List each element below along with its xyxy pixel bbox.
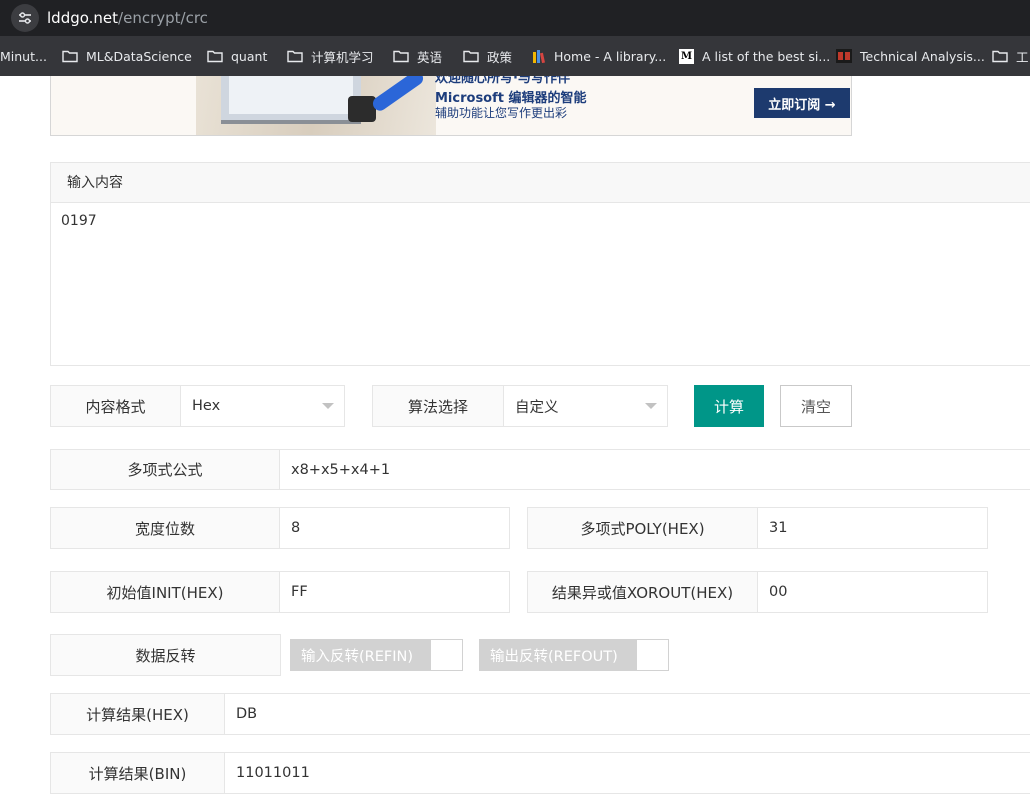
xorout-label: 结果异或值XOROUT(HEX) [527,571,758,613]
result-bin-value: 11011011 [236,765,310,781]
bookmark-policy[interactable]: 政策 [463,47,512,65]
poly-hex-input[interactable]: 31 [758,507,988,549]
width-label: 宽度位数 [50,507,280,549]
refout-toggle[interactable]: 输出反转(REFOUT) [479,639,669,671]
bookmark-label: 英语 [417,49,443,65]
bookmark-label: 计算机学习 [311,49,374,65]
calculate-button[interactable]: 计算 [694,385,764,427]
polynomial-value: x8+x5+x4+1 [291,461,391,478]
bookmark-label: Technical Analysis... [860,48,985,64]
xorout-input[interactable]: 00 [758,571,988,613]
banner-headline: 欢迎随心所写·与写作伴 [435,76,570,86]
folder-icon [207,49,223,63]
mug-image [348,96,376,122]
bookmark-cs-learning[interactable]: 计算机学习 [287,47,374,65]
folder-icon [287,49,303,63]
browser-address-bar: lddgo.net/encrypt/crc [0,0,1030,36]
poly-hex-label: 多项式POLY(HEX) [527,507,758,549]
clear-button[interactable]: 清空 [780,385,852,427]
bookmark-library[interactable]: Home - A library... [533,47,666,65]
init-value: FF [291,584,308,600]
refin-label: 输入反转(REFIN) [291,640,431,670]
result-bin-field[interactable]: 11011011 [225,752,1030,794]
bookmarks-bar: Minut... ML&DataScience quant 计算机学习 英语 政… [0,36,1030,76]
init-input[interactable]: FF [280,571,510,613]
refout-label: 输出反转(REFOUT) [480,640,637,670]
bookmark-label: Minut... [0,48,47,64]
result-hex-label: 计算结果(HEX) [50,693,225,735]
site-info-button[interactable] [11,4,39,32]
poly-hex-value: 31 [769,520,788,536]
dropdown-arrow-icon [322,403,334,409]
folder-icon [62,49,78,63]
ta-favicon-icon [836,49,852,63]
width-value: 8 [291,520,301,536]
reflect-label: 数据反转 [50,634,281,676]
bookmark-label: ML&DataScience [86,48,192,64]
bookmark-label: A list of the best si... [702,48,831,64]
ad-banner[interactable]: 欢迎随心所写·与写作伴 Microsoft 编辑器的智能 辅助功能让您写作更出彩… [50,76,852,136]
banner-subtitle: 辅助功能让您写作更出彩 [435,106,568,120]
bookmark-label: quant [231,48,268,64]
folder-icon [463,49,479,63]
algorithm-label: 算法选择 [372,385,504,427]
subscribe-button[interactable]: 立即订阅 → [754,88,850,118]
laptop-image [221,76,361,124]
init-label: 初始值INIT(HEX) [50,571,280,613]
polynomial-label: 多项式公式 [50,449,280,490]
bookmark-english[interactable]: 英语 [393,47,442,65]
result-hex-value: DB [236,706,258,722]
xorout-value: 00 [769,584,788,600]
bookmark-label: 政策 [487,49,513,65]
bookmark-label: Home - A library... [554,48,667,64]
folder-icon [992,49,1008,63]
bookmark-technical-analysis[interactable]: Technical Analysis... [836,47,985,65]
width-input[interactable]: 8 [280,507,510,549]
input-panel-title: 输入内容 [51,163,1030,203]
url-field[interactable]: lddgo.net/encrypt/crc [47,9,208,27]
result-bin-label: 计算结果(BIN) [50,752,225,794]
bookmark-label: 工 [1016,49,1029,65]
library-favicon-icon [533,49,546,63]
dropdown-arrow-icon [645,403,657,409]
algorithm-value: 自定义 [515,399,559,416]
input-panel: 输入内容 0197 [50,162,1030,366]
url-path: /encrypt/crc [118,9,208,27]
polynomial-input[interactable]: x8+x5+x4+1 [280,449,1030,490]
url-host: lddgo.net [47,9,119,27]
bookmark-work[interactable]: 工 [992,47,1029,65]
bookmark-minut[interactable]: Minut... [0,47,47,65]
bookmark-quant[interactable]: quant [207,47,267,65]
content-format-label: 内容格式 [50,385,181,427]
tune-icon [19,12,31,24]
input-textarea[interactable]: 0197 [51,203,1030,239]
algorithm-select[interactable]: 自定义 [504,385,668,427]
medium-favicon-icon: M [679,48,694,64]
bookmark-best-sites[interactable]: M A list of the best si... [679,47,830,65]
result-hex-field[interactable]: DB [225,693,1030,735]
content-format-value: Hex [192,398,221,414]
folder-icon [393,49,409,63]
bookmark-ml-datascience[interactable]: ML&DataScience [62,47,192,65]
content-format-select[interactable]: Hex [181,385,345,427]
refin-toggle[interactable]: 输入反转(REFIN) [290,639,463,671]
